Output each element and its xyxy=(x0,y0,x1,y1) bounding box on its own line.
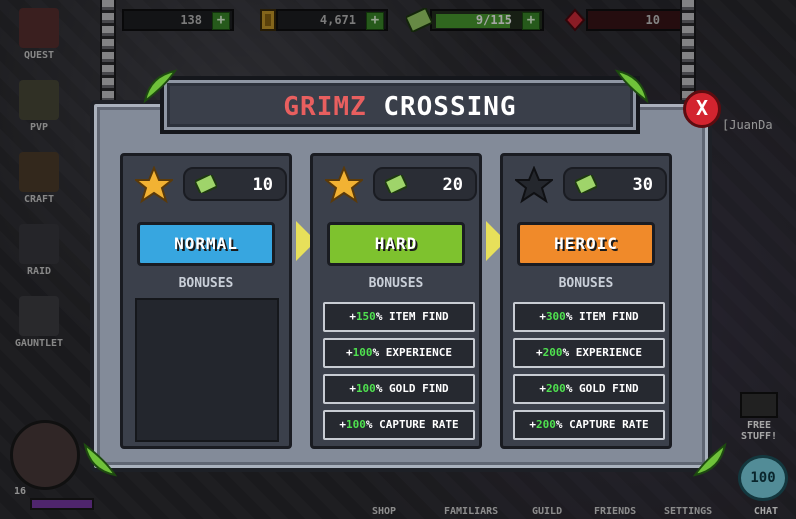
close-button[interactable]: X xyxy=(683,90,721,128)
star-filled-icon xyxy=(325,166,363,204)
ticket-icon xyxy=(575,175,597,193)
cost-box: 20 xyxy=(373,167,477,201)
bonus-text: % CAPTURE RATE xyxy=(555,418,649,431)
star-empty-icon xyxy=(515,166,553,204)
bonus-pct: 200 xyxy=(542,346,563,359)
bonus-pct: 200 xyxy=(536,418,556,431)
bonus-text: % ITEM FIND xyxy=(375,310,449,323)
cost-value: 30 xyxy=(632,175,653,195)
bonus-text: % GOLD FIND xyxy=(565,382,639,395)
bonus-capture-rate: +100% CAPTURE RATE xyxy=(323,410,475,440)
bonus-pct: 300 xyxy=(545,310,566,323)
difficulty-column-heroic: 30 HEROIC BONUSES +300% ITEM FIND +200% … xyxy=(500,153,672,449)
dialog-title: GRIMZ CROSSING xyxy=(164,92,636,122)
ticket-icon xyxy=(195,175,217,193)
hard-button[interactable]: HARD xyxy=(327,222,465,266)
bonuses-empty-panel xyxy=(135,298,279,442)
title-part2: CROSSING xyxy=(383,92,517,122)
close-icon: X xyxy=(695,96,709,120)
bonuses-header: BONUSES xyxy=(178,276,234,291)
difficulty-column-normal: 10 NORMAL BONUSES xyxy=(120,153,292,449)
bonus-text: % ITEM FIND xyxy=(565,310,639,323)
bonus-text: % CAPTURE RATE xyxy=(365,418,459,431)
cost-box: 10 xyxy=(183,167,287,201)
bonus-gold-find: +200% GOLD FIND xyxy=(513,374,665,404)
heroic-button[interactable]: HEROIC xyxy=(517,222,655,266)
bonus-gold-find: +100% GOLD FIND xyxy=(323,374,475,404)
vine-leaf-icon xyxy=(143,69,178,104)
dialog-title-banner: GRIMZ CROSSING xyxy=(160,76,640,134)
bonus-pct: 100 xyxy=(346,418,366,431)
bonus-pct: 100 xyxy=(355,382,376,395)
bonuses-header: BONUSES xyxy=(558,276,614,291)
bonuses-header: BONUSES xyxy=(368,276,424,291)
difficulty-column-hard: 20 HARD BONUSES +150% ITEM FIND +100% EX… xyxy=(310,153,482,449)
star-filled-icon xyxy=(135,166,173,204)
cost-box: 30 xyxy=(563,167,667,201)
bonus-text: % EXPERIENCE xyxy=(372,346,452,359)
bonus-item-find: +150% ITEM FIND xyxy=(323,302,475,332)
vine-leaf-icon xyxy=(614,69,649,104)
bonus-item-find: +300% ITEM FIND xyxy=(513,302,665,332)
ticket-icon xyxy=(385,175,407,193)
normal-button[interactable]: NORMAL xyxy=(137,222,275,266)
bonus-pct: 100 xyxy=(352,346,373,359)
bonus-text: % EXPERIENCE xyxy=(562,346,642,359)
vine-leaf-icon xyxy=(692,442,727,477)
bonus-pct: 150 xyxy=(355,310,376,323)
bonus-text: % GOLD FIND xyxy=(375,382,449,395)
title-part1: GRIMZ xyxy=(283,92,367,122)
bonus-pct: 200 xyxy=(545,382,566,395)
cost-value: 10 xyxy=(252,175,273,195)
bonus-experience: +200% EXPERIENCE xyxy=(513,338,665,368)
bonus-experience: +100% EXPERIENCE xyxy=(323,338,475,368)
bonus-capture-rate: +200% CAPTURE RATE xyxy=(513,410,665,440)
vine-leaf-icon xyxy=(83,442,118,477)
cost-value: 20 xyxy=(442,175,463,195)
